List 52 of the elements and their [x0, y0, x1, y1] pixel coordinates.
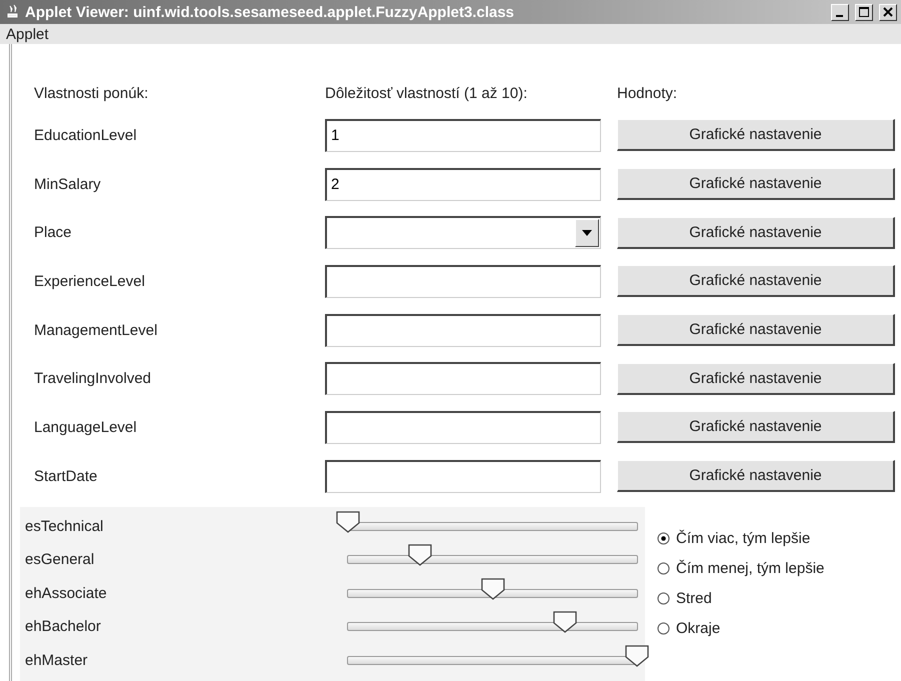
radio-option[interactable]: Okraje	[657, 620, 824, 636]
importance-field[interactable]	[325, 264, 601, 298]
importance-field[interactable]	[325, 460, 601, 493]
radio-option[interactable]: Čím menej, tým lepšie	[657, 560, 824, 576]
close-icon[interactable]	[879, 4, 897, 20]
property-label: LanguageLevel	[34, 418, 137, 436]
slider-label: ehBachelor	[25, 618, 102, 636]
importance-field[interactable]	[325, 410, 601, 444]
column-header: Dôležitosť vlastností (1 až 10):	[325, 84, 528, 104]
radio-option[interactable]: Stred	[657, 590, 824, 606]
property-label: ManagementLevel	[34, 322, 158, 339]
maximize-icon[interactable]	[855, 4, 873, 20]
dropdown-icon[interactable]	[575, 219, 599, 248]
settings-button[interactable]: Grafické nastavenie	[617, 411, 895, 444]
settings-button[interactable]: Grafické nastavenie	[617, 362, 895, 395]
slider-thumb[interactable]	[552, 611, 577, 634]
settings-button[interactable]: Grafické nastavenie	[617, 314, 895, 346]
radio-icon[interactable]	[657, 592, 670, 604]
settings-button[interactable]: Grafické nastavenie	[617, 168, 895, 200]
property-label: EducationLevel	[34, 126, 137, 144]
property-label: MinSalary	[34, 176, 101, 193]
window-title: Applet Viewer: uinf.wid.tools.sesameseed.applet.FuzzyApplet3.class	[25, 4, 516, 20]
radio-icon[interactable]	[657, 622, 670, 634]
radio-icon[interactable]	[657, 532, 670, 544]
slider-thumb[interactable]	[408, 544, 432, 566]
settings-button[interactable]: Grafické nastavenie	[617, 119, 895, 152]
settings-button[interactable]: Grafické nastavenie	[617, 216, 895, 249]
slider-label: ehAssociate	[25, 584, 108, 602]
cup-icon	[6, 4, 20, 20]
importance-field[interactable]: 2	[325, 168, 601, 201]
importance-field[interactable]	[325, 314, 601, 347]
slider-thumb[interactable]	[336, 510, 360, 533]
property-label: ExperienceLevel	[34, 272, 145, 290]
column-header: Vlastnosti ponúk:	[34, 84, 150, 104]
importance-field[interactable]	[325, 362, 601, 396]
minimize-icon[interactable]	[831, 4, 849, 20]
menu-item[interactable]: Applet	[6, 26, 57, 42]
slider-label: esGeneral	[25, 551, 96, 568]
slider-label: ehMaster	[25, 652, 89, 669]
slider-label: esTechnical	[25, 518, 104, 535]
settings-button[interactable]: Grafické nastavenie	[617, 460, 895, 492]
property-label: TravelingInvolved	[34, 370, 152, 388]
slider-thumb[interactable]	[480, 578, 504, 600]
importance-field[interactable]: 1	[325, 118, 601, 152]
combo-box[interactable]	[325, 216, 601, 250]
radio-icon[interactable]	[657, 562, 670, 574]
property-label: StartDate	[34, 468, 98, 485]
radio-option[interactable]: Čím viac, tým lepšie	[657, 530, 824, 546]
column-header: Hodnoty:	[617, 84, 678, 104]
property-label: Place	[34, 224, 72, 242]
settings-button[interactable]: Grafické nastavenie	[617, 265, 895, 298]
slider-thumb[interactable]	[625, 644, 649, 667]
